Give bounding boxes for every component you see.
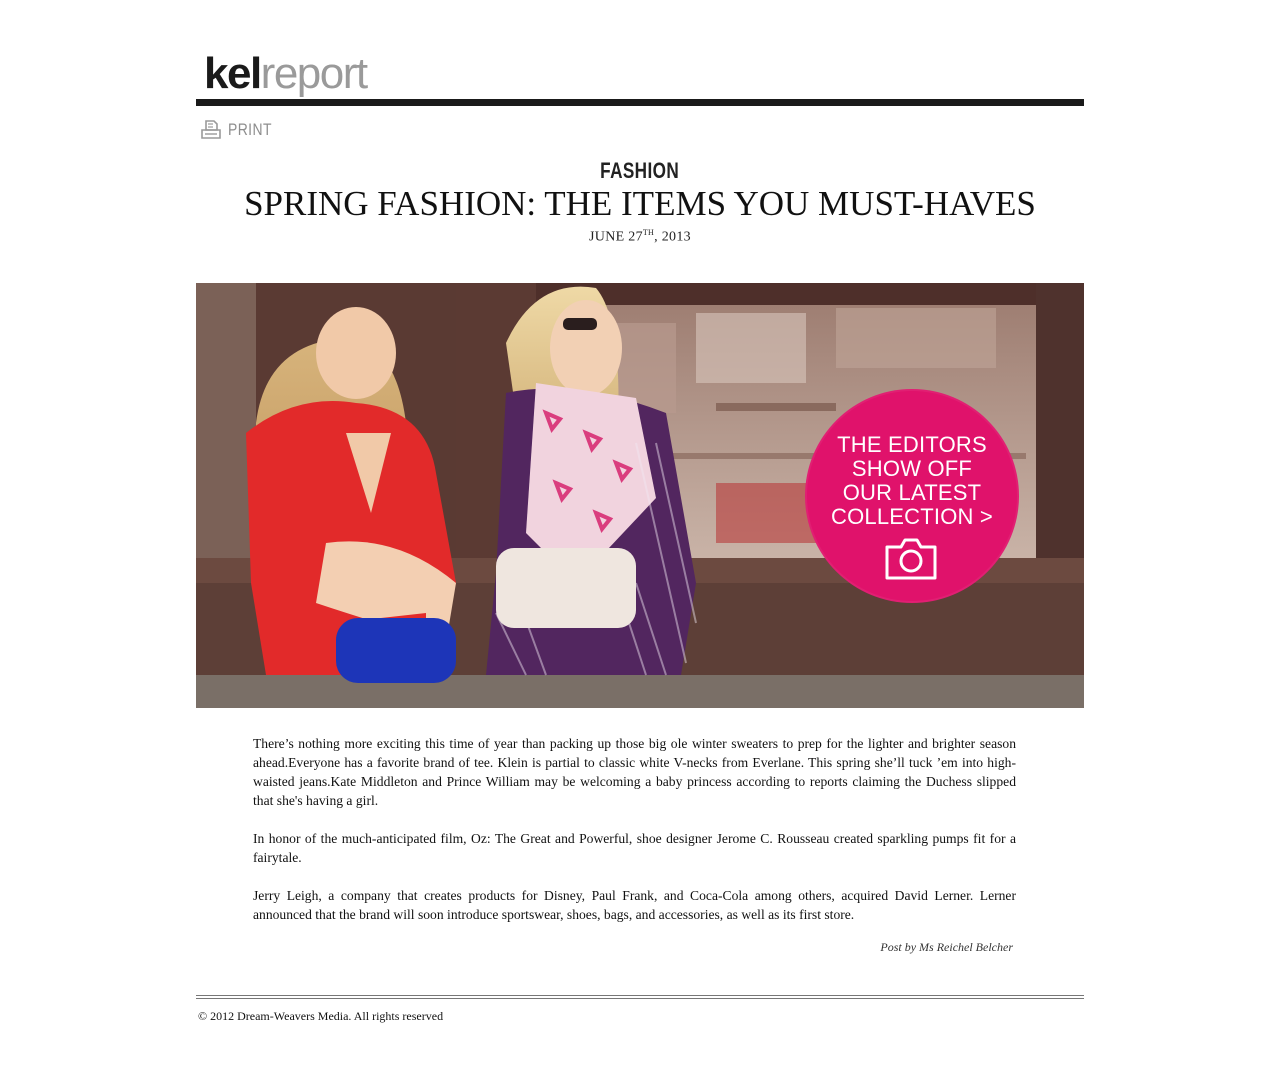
article-body: There’s nothing more exciting this time … [253,734,1016,943]
hero-image: THE EDITORS SHOW OFF OUR LATEST COLLECTI… [196,283,1084,708]
promo-text: THE EDITORS SHOW OFF OUR LATEST COLLECTI… [805,433,1019,529]
date-suffix: TH [642,228,655,237]
article-paragraph: There’s nothing more exciting this time … [253,736,1016,808]
copyright-text: © 2012 Dream-Weavers Media. All rights r… [198,1009,444,1023]
logo-part-report: report [260,49,368,98]
date-year: , 2013 [654,229,691,245]
article-paragraph: In honor of the much-anticipated film, O… [253,831,1016,865]
printer-icon [201,120,221,139]
print-label: PRINT [228,120,272,139]
promo-line: COLLECTION > [831,504,993,529]
promo-line: THE EDITORS [837,432,987,457]
promo-line: OUR LATEST [842,480,982,505]
article-date: JUNE 27TH, 2013 [196,228,1084,246]
article-paragraph: Jerry Leigh, a company that creates prod… [253,888,1016,922]
logo-part-kel: kel [204,49,262,98]
promo-line: SHOW OFF [851,456,973,481]
site-logo[interactable]: kelreport [204,48,368,100]
article-category[interactable]: FASHION [196,158,1084,184]
date-month-day: JUNE 27 [589,229,643,245]
header-rule [196,99,1084,106]
print-button[interactable]: PRINT [200,117,282,143]
article-title: SPRING FASHION: THE ITEMS YOU MUST-HAVES [244,184,1036,223]
page: kelreport PRINT FASHION SPRING FASHION: … [196,0,1084,1080]
footer-rule [196,998,1084,999]
camera-icon [885,538,937,580]
editors-collection-promo[interactable]: THE EDITORS SHOW OFF OUR LATEST COLLECTI… [805,389,1019,603]
footer-rule [196,995,1084,996]
category-label: FASHION [600,158,680,183]
article-byline: Post by Ms Reichel Belcher [880,940,1013,954]
